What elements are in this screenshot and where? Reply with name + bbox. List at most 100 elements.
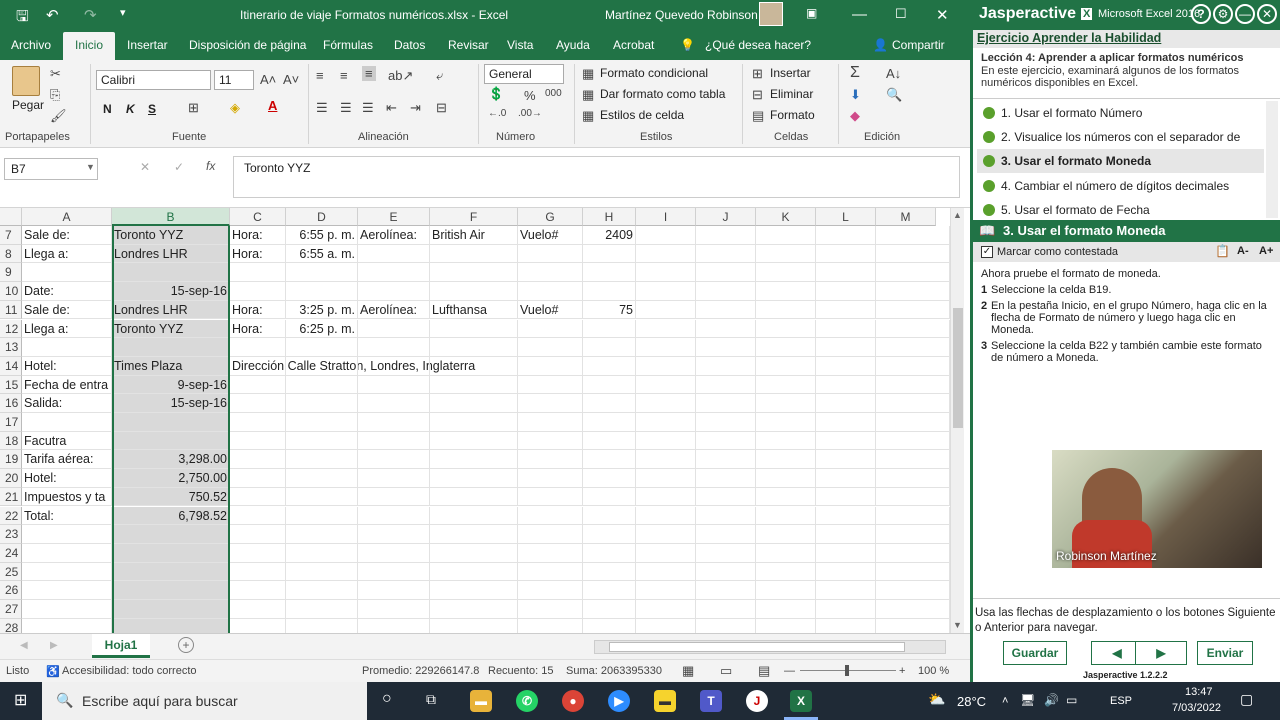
cell-a10[interactable]: Date: xyxy=(22,282,112,301)
cell-k8[interactable] xyxy=(756,244,816,264)
cell-i21[interactable] xyxy=(636,487,696,507)
tab-archivo[interactable]: Archivo xyxy=(11,38,51,52)
cell-c19[interactable] xyxy=(230,450,286,470)
select-all-corner[interactable] xyxy=(0,208,22,226)
increase-indent-icon[interactable]: ⇥ xyxy=(410,100,421,116)
row-header[interactable]: 28 xyxy=(0,618,22,633)
cell-g11[interactable]: Vuelo# xyxy=(518,300,583,320)
cell-k10[interactable] xyxy=(756,282,816,301)
cell-l25[interactable] xyxy=(816,562,876,582)
cell-b12[interactable]: Toronto YYZ xyxy=(112,319,230,339)
cell-c13[interactable] xyxy=(230,338,286,357)
cell-h7[interactable]: 2409 xyxy=(583,226,636,245)
cell-h13[interactable] xyxy=(583,338,636,357)
cell-a23[interactable] xyxy=(22,525,112,544)
cell-f16[interactable] xyxy=(430,394,518,413)
cell-h14[interactable] xyxy=(583,356,636,376)
cell-m16[interactable] xyxy=(876,394,950,413)
cell-l7[interactable] xyxy=(816,226,876,245)
close-icon[interactable]: ✕ xyxy=(936,6,949,24)
tab-vista[interactable]: Vista xyxy=(507,38,533,52)
cell-i10[interactable] xyxy=(636,282,696,301)
undo-icon[interactable]: ↶ xyxy=(46,6,59,24)
cell-b28[interactable] xyxy=(112,618,230,633)
jasperactive-icon[interactable]: J xyxy=(746,690,768,712)
cell-e9[interactable] xyxy=(358,263,430,283)
step-item-3[interactable]: 3. Usar el formato Moneda xyxy=(977,149,1264,173)
cell-i13[interactable] xyxy=(636,338,696,357)
cell-l17[interactable] xyxy=(816,413,876,432)
steps-scrollbar[interactable] xyxy=(1266,101,1278,218)
cell-l22[interactable] xyxy=(816,506,876,526)
cell-b24[interactable] xyxy=(112,543,230,563)
cell-k26[interactable] xyxy=(756,581,816,600)
autosum-icon[interactable]: Σ xyxy=(850,64,860,82)
cell-f12[interactable] xyxy=(430,319,518,339)
cell-m15[interactable] xyxy=(876,375,950,395)
cell-m19[interactable] xyxy=(876,450,950,470)
cell-d12[interactable]: 6:25 p. m. xyxy=(286,319,358,339)
cell-l23[interactable] xyxy=(816,525,876,544)
mark-answered-checkbox[interactable]: ✓ xyxy=(981,246,993,258)
cell-e27[interactable] xyxy=(358,600,430,619)
tray-chevron-icon[interactable]: ˄ xyxy=(1002,695,1008,707)
col-header-l[interactable]: L xyxy=(816,208,876,226)
cell-l28[interactable] xyxy=(816,618,876,633)
row-header[interactable]: 20 xyxy=(0,469,22,488)
clock-time[interactable]: 13:47 xyxy=(1185,686,1213,698)
sheet-tab-hoja1[interactable]: Hoja1 xyxy=(92,634,150,658)
cell-d8[interactable]: 6:55 a. m. xyxy=(286,244,358,264)
cell-b17[interactable] xyxy=(112,413,230,432)
col-header-j[interactable]: J xyxy=(696,208,756,226)
cell-a28[interactable] xyxy=(22,618,112,633)
cell-f26[interactable] xyxy=(430,581,518,600)
cell-f7[interactable]: British Air xyxy=(430,226,518,245)
cell-e10[interactable] xyxy=(358,282,430,301)
cell-c17[interactable] xyxy=(230,413,286,432)
cell-d15[interactable] xyxy=(286,375,358,395)
cell-h12[interactable] xyxy=(583,319,636,339)
cell-e23[interactable] xyxy=(358,525,430,544)
accounting-format-icon[interactable]: 💲 xyxy=(488,86,504,102)
cell-d18[interactable] xyxy=(286,431,358,451)
cell-f11[interactable]: Lufthansa xyxy=(430,300,518,320)
shrink-font-icon[interactable]: A˅ xyxy=(283,72,299,87)
cell-k22[interactable] xyxy=(756,506,816,526)
cell-b23[interactable] xyxy=(112,525,230,544)
row-header[interactable]: 23 xyxy=(0,525,22,544)
cell-f20[interactable] xyxy=(430,469,518,488)
cell-a9[interactable] xyxy=(22,263,112,283)
cell-l8[interactable] xyxy=(816,244,876,264)
row-header[interactable]: 27 xyxy=(0,600,22,619)
cell-b13[interactable] xyxy=(112,338,230,357)
cell-m26[interactable] xyxy=(876,581,950,600)
tab-disposicion[interactable]: Disposición de página xyxy=(189,38,306,52)
fill-color-icon[interactable]: ◈ xyxy=(230,100,240,116)
avatar[interactable] xyxy=(759,2,783,26)
cell-b21[interactable]: 750.52 xyxy=(112,487,230,507)
cell-g20[interactable] xyxy=(518,469,583,488)
cell-a25[interactable] xyxy=(22,562,112,582)
cell-k18[interactable] xyxy=(756,431,816,451)
cell-m23[interactable] xyxy=(876,525,950,544)
insert-function-icon[interactable]: fx xyxy=(206,159,215,173)
cell-f24[interactable] xyxy=(430,543,518,563)
cell-e8[interactable] xyxy=(358,244,430,264)
cell-c11[interactable]: Hora: xyxy=(230,300,286,320)
sort-filter-icon[interactable]: A↓ xyxy=(886,66,901,81)
cell-d7[interactable]: 6:55 p. m. xyxy=(286,226,358,245)
cell-j22[interactable] xyxy=(696,506,756,526)
decrease-decimal-icon[interactable]: .00→ xyxy=(518,108,542,119)
cell-f23[interactable] xyxy=(430,525,518,544)
cell-e18[interactable] xyxy=(358,431,430,451)
row-header[interactable]: 25 xyxy=(0,562,22,582)
cell-l12[interactable] xyxy=(816,319,876,339)
cell-c25[interactable] xyxy=(230,562,286,582)
teams-icon[interactable]: T xyxy=(700,690,722,712)
cell-k19[interactable] xyxy=(756,450,816,470)
cell-j8[interactable] xyxy=(696,244,756,264)
cell-b10[interactable]: 15-sep-16 xyxy=(112,282,230,301)
cell-g19[interactable] xyxy=(518,450,583,470)
page-layout-icon[interactable]: ▭ xyxy=(720,663,732,679)
cell-k20[interactable] xyxy=(756,469,816,488)
